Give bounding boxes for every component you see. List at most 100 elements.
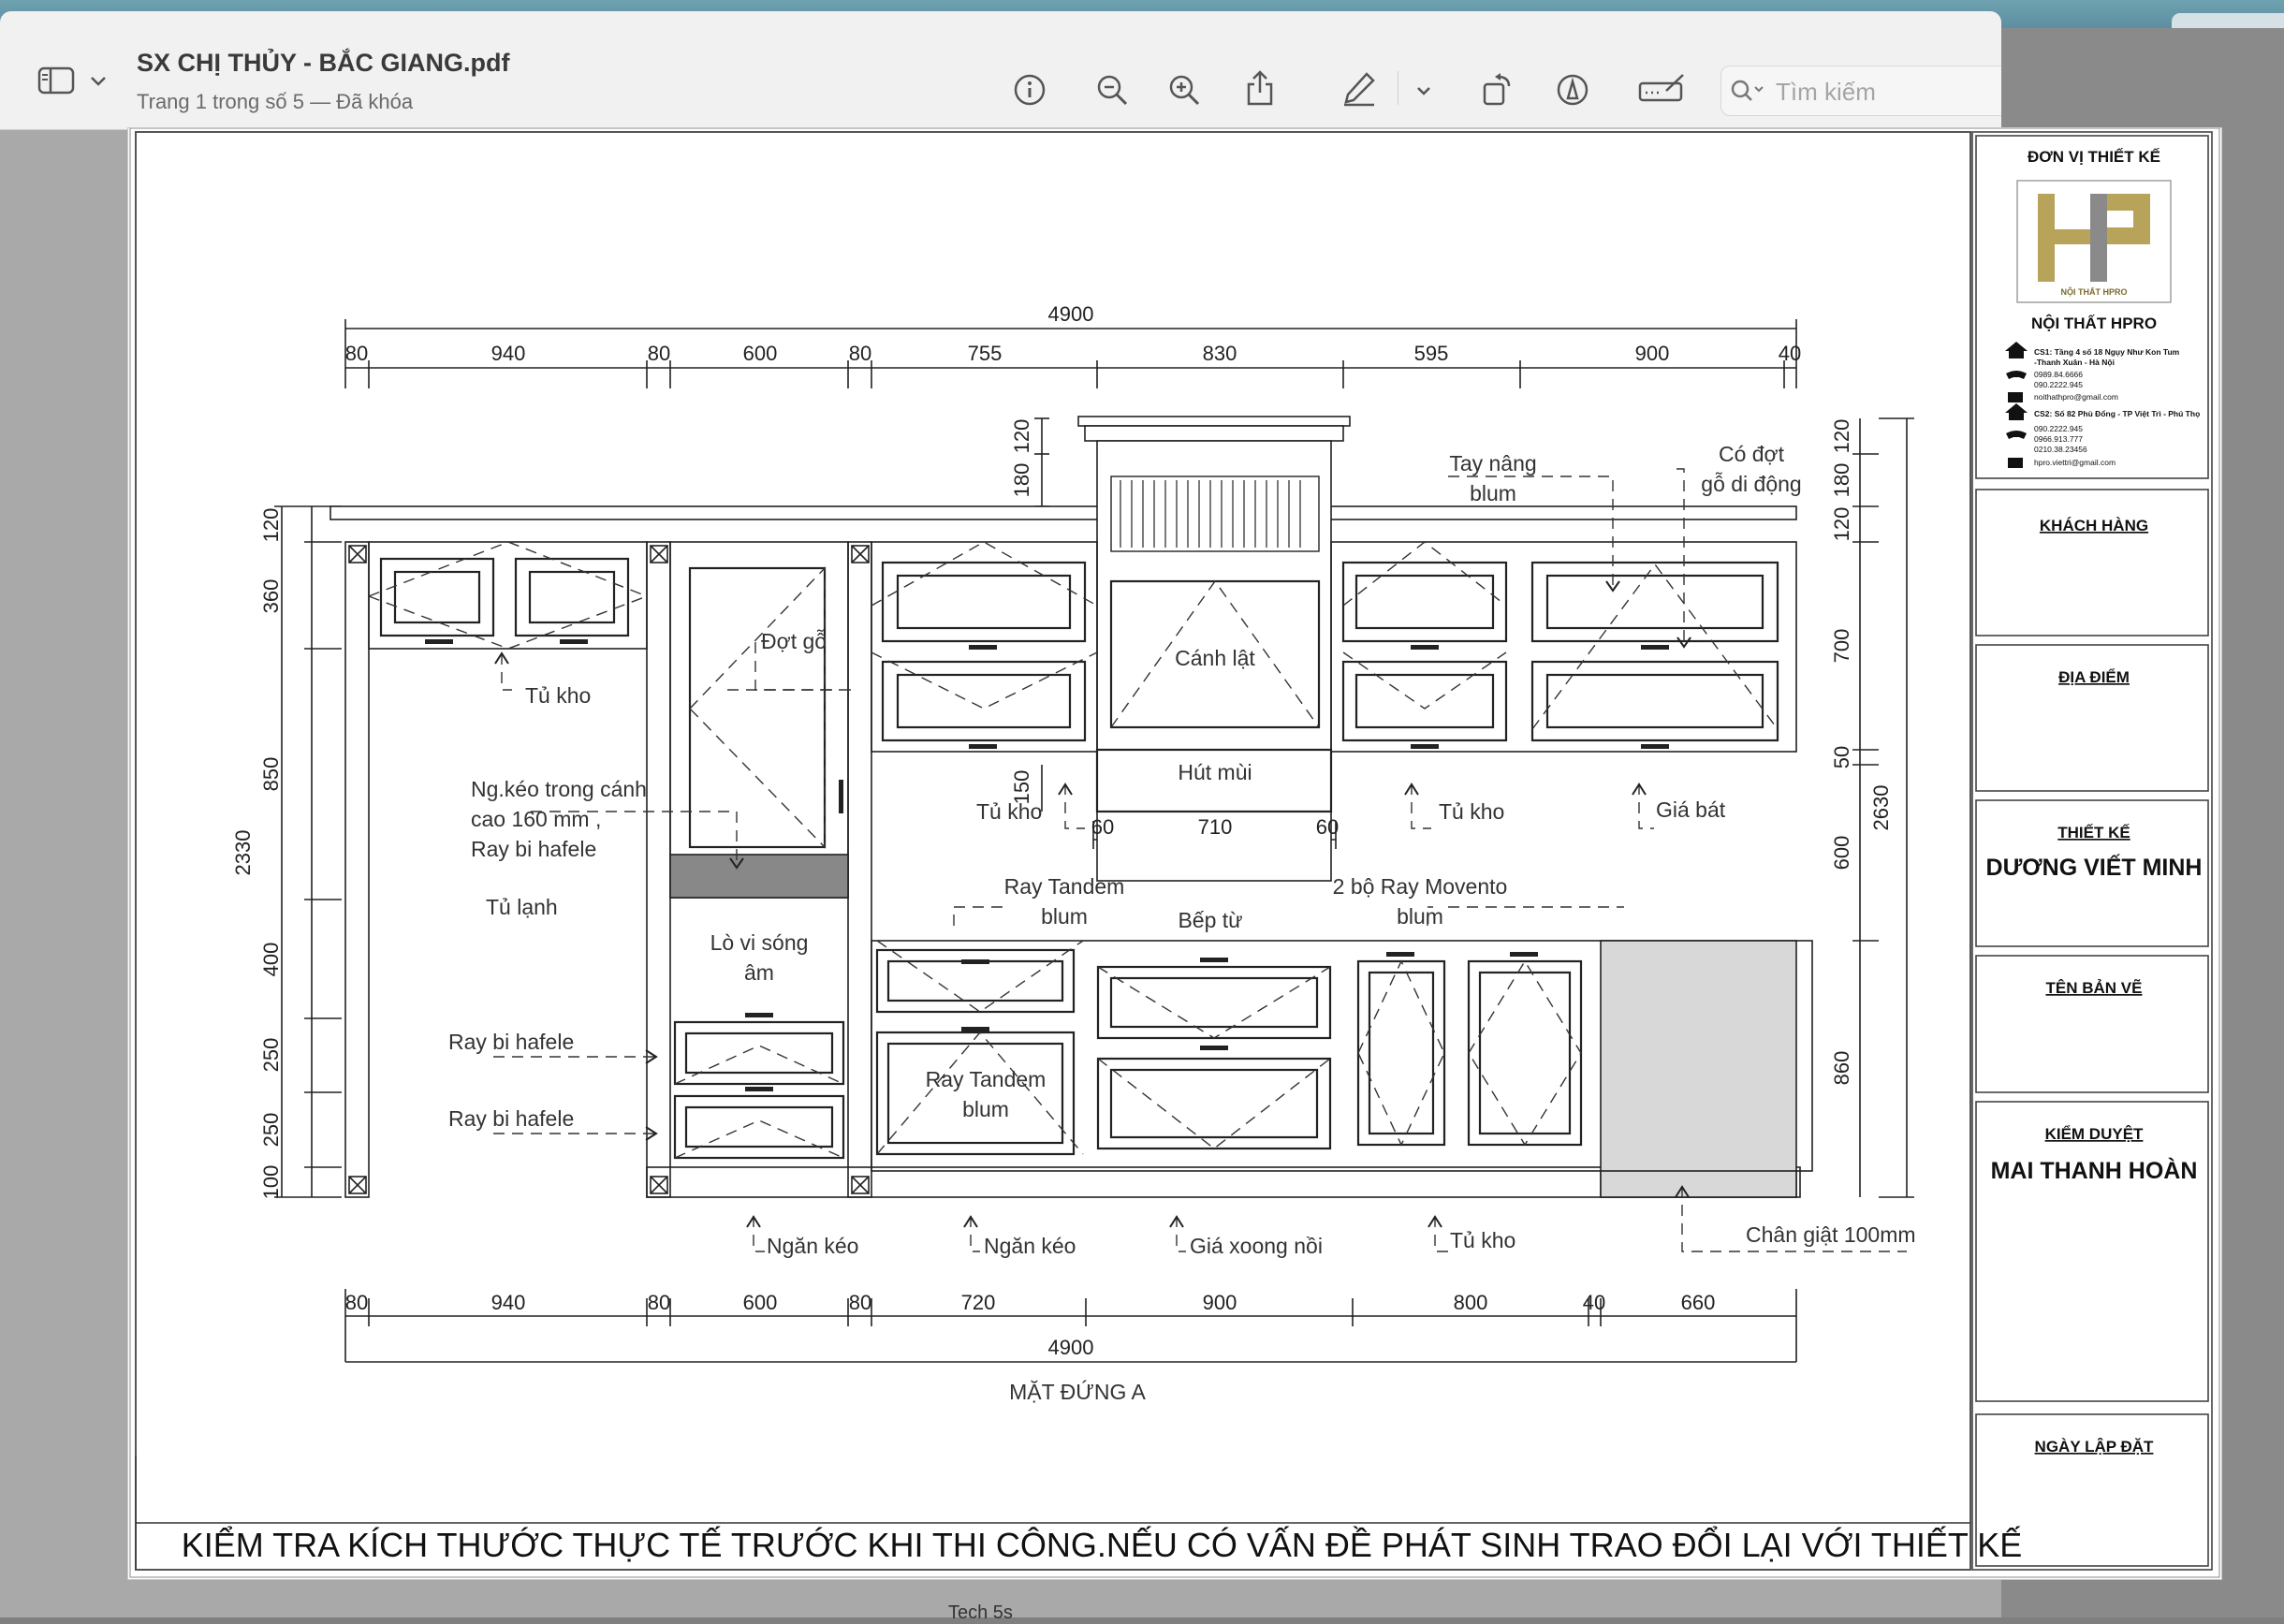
mail-icon [2008,392,2023,402]
info-icon [1014,74,1046,106]
view-label: MẶT ĐỨNG A [1009,1380,1146,1404]
dim-bottom: 80 [849,1291,871,1314]
dim-top: 940 [491,342,526,365]
form-fill-button[interactable] [1638,69,1687,109]
form-fill-icon [1638,74,1684,102]
dim-bottom: 720 [961,1291,996,1314]
zoom-in-button[interactable] [1165,71,1203,109]
dim-bottom: 940 [491,1291,526,1314]
sidebar-icon [37,66,75,95]
zoom-in-icon [1169,75,1200,106]
dim-right: 120 [1830,419,1853,454]
cs1-phone: 0989.84.6666 [2034,370,2083,379]
cs2-phone: 0966.913.777 [2034,434,2083,444]
label-tu-kho: Tủ kho [1450,1228,1515,1252]
label-gia-bat: Giá bát [1656,797,1726,822]
dim-bottom: 80 [345,1291,368,1314]
dim-hood-bottom: 60 [1091,815,1114,839]
next-page-peek: Tech 5s [0,1591,2284,1623]
cs2-address: CS2: Số 82 Phù Đổng - TP Việt Trì - Phú … [2034,409,2200,418]
label-tay-nang: Tay nâng [1449,451,1536,475]
dim-bottom-total: 4900 [1048,1336,1094,1359]
dim-top: 900 [1635,342,1670,365]
dim-left: 250 [259,1038,283,1073]
dim-left-total: 2330 [231,830,255,876]
dim-right: 860 [1830,1051,1853,1086]
label-ngan-keo: Ngăn kéo [984,1234,1076,1258]
cs1-phone: 090.2222.945 [2034,380,2083,389]
dim-top: 830 [1203,342,1237,365]
toolbar: SX CHỊ THỦY - BẮC GIANG.pdf Trang 1 tron… [0,11,2001,130]
dim-left: 360 [259,579,283,614]
label-movento: 2 bộ Ray Movento [1333,874,1508,899]
label-tu-kho: Tủ kho [976,799,1042,824]
dim-bottom: 40 [1583,1291,1605,1314]
rotate-button[interactable] [1479,69,1516,109]
label-tu-kho: Tủ kho [1439,799,1504,824]
highlight-button[interactable] [1554,71,1591,109]
share-icon [1247,70,1273,106]
zoom-out-button[interactable] [1093,71,1131,109]
info-button[interactable] [1011,71,1048,109]
share-button[interactable] [1241,67,1279,109]
cs1-email: noithathpro@gmail.com [2034,392,2118,402]
markup-pen-icon [1344,72,1375,107]
cs2-email: hpro.viettri@gmail.com [2034,458,2116,467]
footer-note: KIỂM TRA KÍCH THƯỚC THỰC TẾ TRƯỚC KHI TH… [182,1524,2023,1564]
chevron-down-icon [91,77,106,86]
home-icon [2005,403,2028,420]
dim-hood: 120 [1010,419,1033,454]
markup-button[interactable] [1339,69,1380,109]
dim-bottom: 800 [1454,1291,1488,1314]
dim-top: 80 [849,342,871,365]
title-block-don-vi: ĐƠN VỊ THIẾT KẾ [2028,148,2160,166]
dim-right-total: 2630 [1869,785,1893,831]
dim-right: 700 [1830,629,1853,664]
label-co-dot: Có đợt [1719,442,1785,466]
dim-bottom: 900 [1203,1291,1237,1314]
next-page-label: Tech 5s [948,1602,1013,1623]
dim-bottom: 80 [648,1291,670,1314]
dim-top: 80 [345,342,368,365]
title-block-thiet-ke: THIẾT KẾ [2057,824,2130,841]
cs1-address: CS1: Tầng 4 số 18 Ngụy Như Kon Tum [2034,347,2180,357]
dim-top-total: 4900 [1048,302,1094,326]
zoom-out-icon [1097,75,1128,106]
label-co-dot: gỗ di động [1701,472,1801,496]
dim-right: 50 [1830,746,1853,768]
phone-icon [2006,371,2027,379]
dim-right: 120 [1830,507,1853,542]
label-bep-tu: Bếp từ [1178,908,1242,932]
label-tu-lanh: Tủ lạnh [486,895,558,919]
label-ng-keo: Ray bi hafele [471,837,596,861]
pdf-page[interactable]: 4900 80 940 80 600 80 755 830 595 900 40… [127,127,2222,1580]
dim-top: 595 [1414,342,1449,365]
dim-hood: 180 [1010,463,1033,498]
dim-right: 180 [1830,463,1853,498]
sidebar-menu-button[interactable] [86,69,110,94]
label-hut-mui: Hút mùi [1178,760,1252,784]
rotate-icon [1483,73,1511,106]
home-icon [2005,342,2028,358]
search-field[interactable]: Tìm kiếm [1720,66,2001,116]
label-dot-go: Đợt gỗ [761,629,827,653]
dim-left: 400 [259,943,283,977]
dim-hood-bottom: 60 [1316,815,1339,839]
document-title: SX CHỊ THỦY - BẮC GIANG.pdf [137,49,510,77]
dim-top: 755 [968,342,1003,365]
label-ng-keo: Ng.kéo trong cánh [471,777,647,801]
label-chan-giat: Chân giật 100mm [1746,1222,1916,1247]
search-icon [1731,80,1764,101]
dim-left: 850 [259,757,283,792]
cs1-address: -Thanh Xuân - Hà Nội [2034,358,2115,367]
mail-icon [2008,458,2023,468]
markup-icon [1557,74,1589,106]
dim-right: 600 [1830,836,1853,871]
label-ray-bi: Ray bi hafele [448,1030,574,1054]
label-tay-nang: blum [1470,481,1516,505]
label-tu-kho: Tủ kho [525,683,591,708]
sidebar-toggle-button[interactable] [37,62,75,99]
phone-icon [2006,431,2027,439]
markup-menu-button[interactable] [1412,79,1436,103]
label-ngan-keo: Ngăn kéo [767,1234,858,1258]
